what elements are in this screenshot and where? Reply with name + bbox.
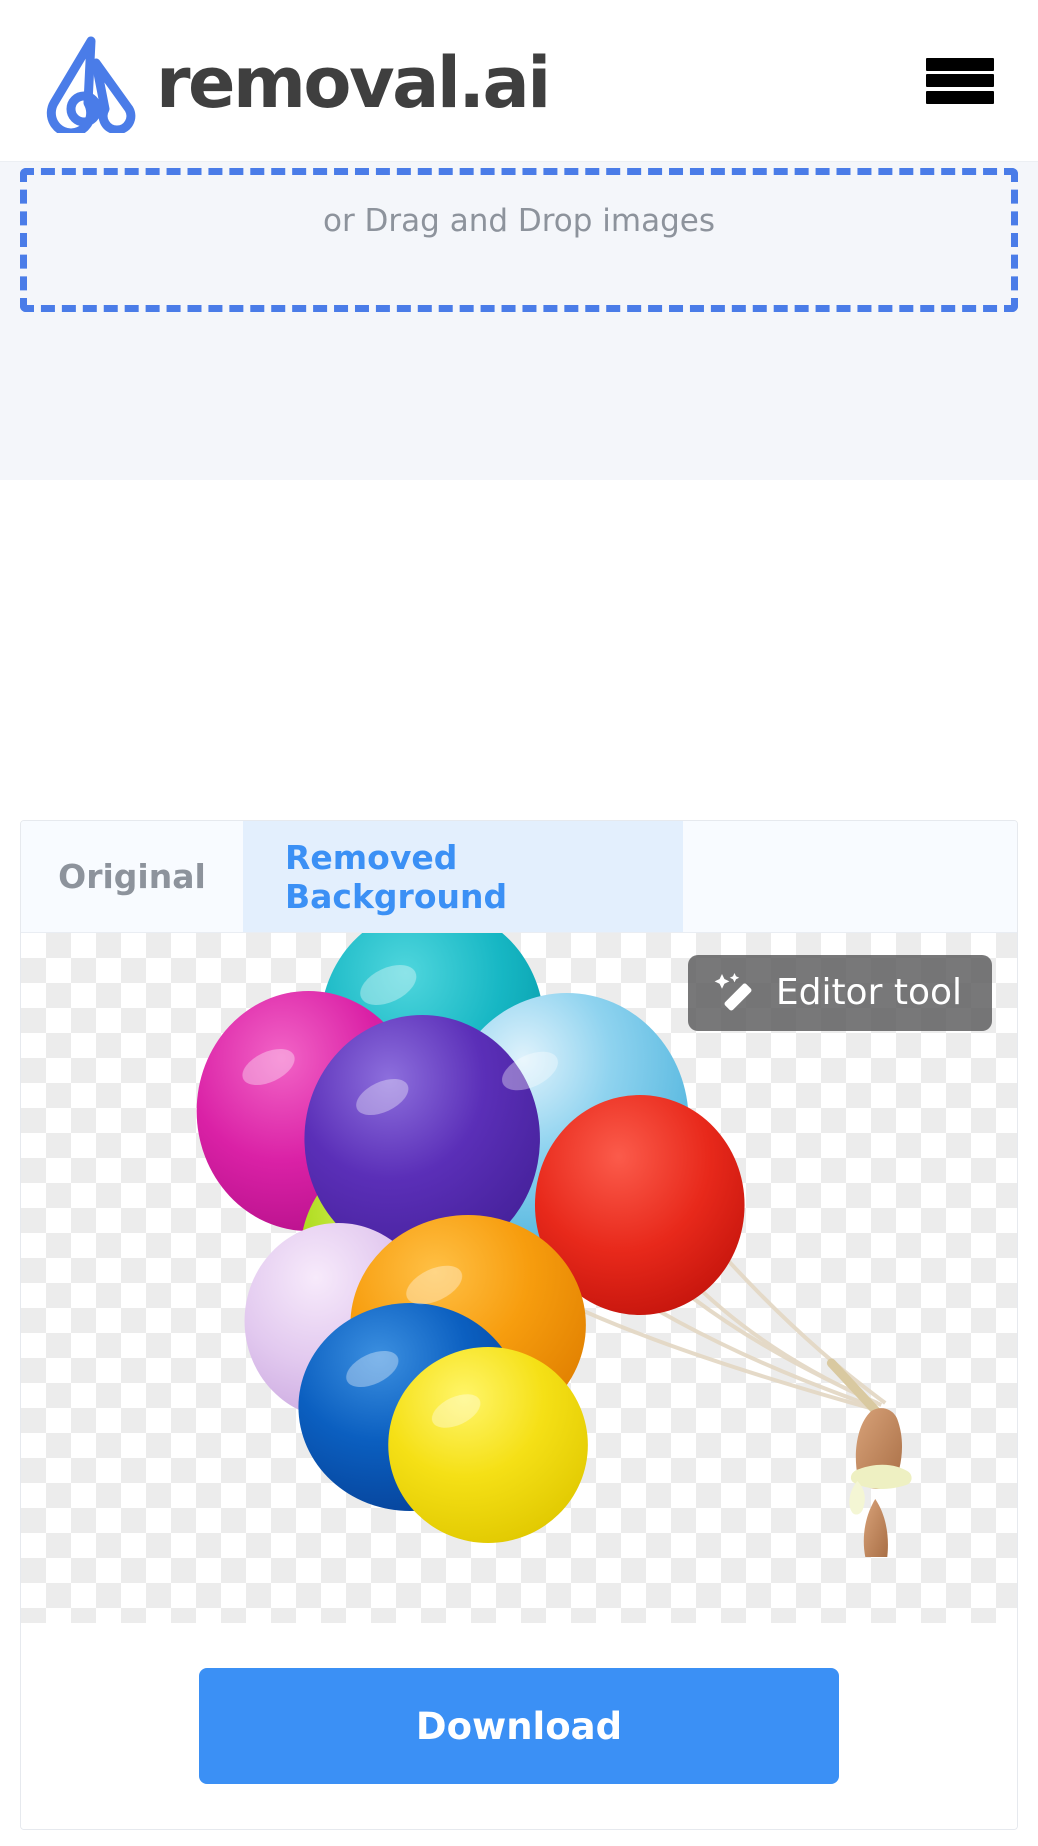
magic-wand-icon [714, 971, 758, 1015]
tab-original-label: Original [58, 857, 206, 896]
upload-band: or Drag and Drop images [0, 162, 1038, 480]
preview-tabs: Original Removed Background [21, 821, 1017, 933]
tab-original[interactable]: Original [21, 821, 243, 932]
drag-and-drop-zone[interactable]: or Drag and Drop images [20, 168, 1018, 312]
hamburger-bar [926, 90, 994, 104]
balloons-image [196, 933, 912, 1557]
tabs-spacer [683, 821, 1017, 932]
editor-tool-label: Editor tool [775, 972, 962, 1013]
site-header: removal.ai [0, 0, 1038, 162]
result-card: Original Removed Background Editor tool … [20, 820, 1018, 1830]
hamburger-bar [926, 74, 994, 87]
drag-and-drop-label: or Drag and Drop images [322, 203, 716, 239]
download-button[interactable]: Download [199, 1668, 839, 1784]
page-root: removal.ai or Drag and Drop images Origi… [0, 0, 1038, 1846]
card-footer: Download [21, 1623, 1017, 1829]
brand[interactable]: removal.ai [34, 29, 551, 137]
tab-removed-background[interactable]: Removed Background [243, 821, 683, 932]
removal-ai-logo-icon [34, 29, 152, 137]
image-preview: Editor tool [21, 933, 1017, 1623]
editor-tool-button[interactable]: Editor tool [687, 955, 992, 1031]
hamburger-menu-icon[interactable] [926, 52, 994, 110]
hamburger-bar [926, 57, 994, 71]
tab-removed-background-label: Removed Background [285, 837, 508, 916]
brand-wordmark: removal.ai [156, 41, 551, 124]
